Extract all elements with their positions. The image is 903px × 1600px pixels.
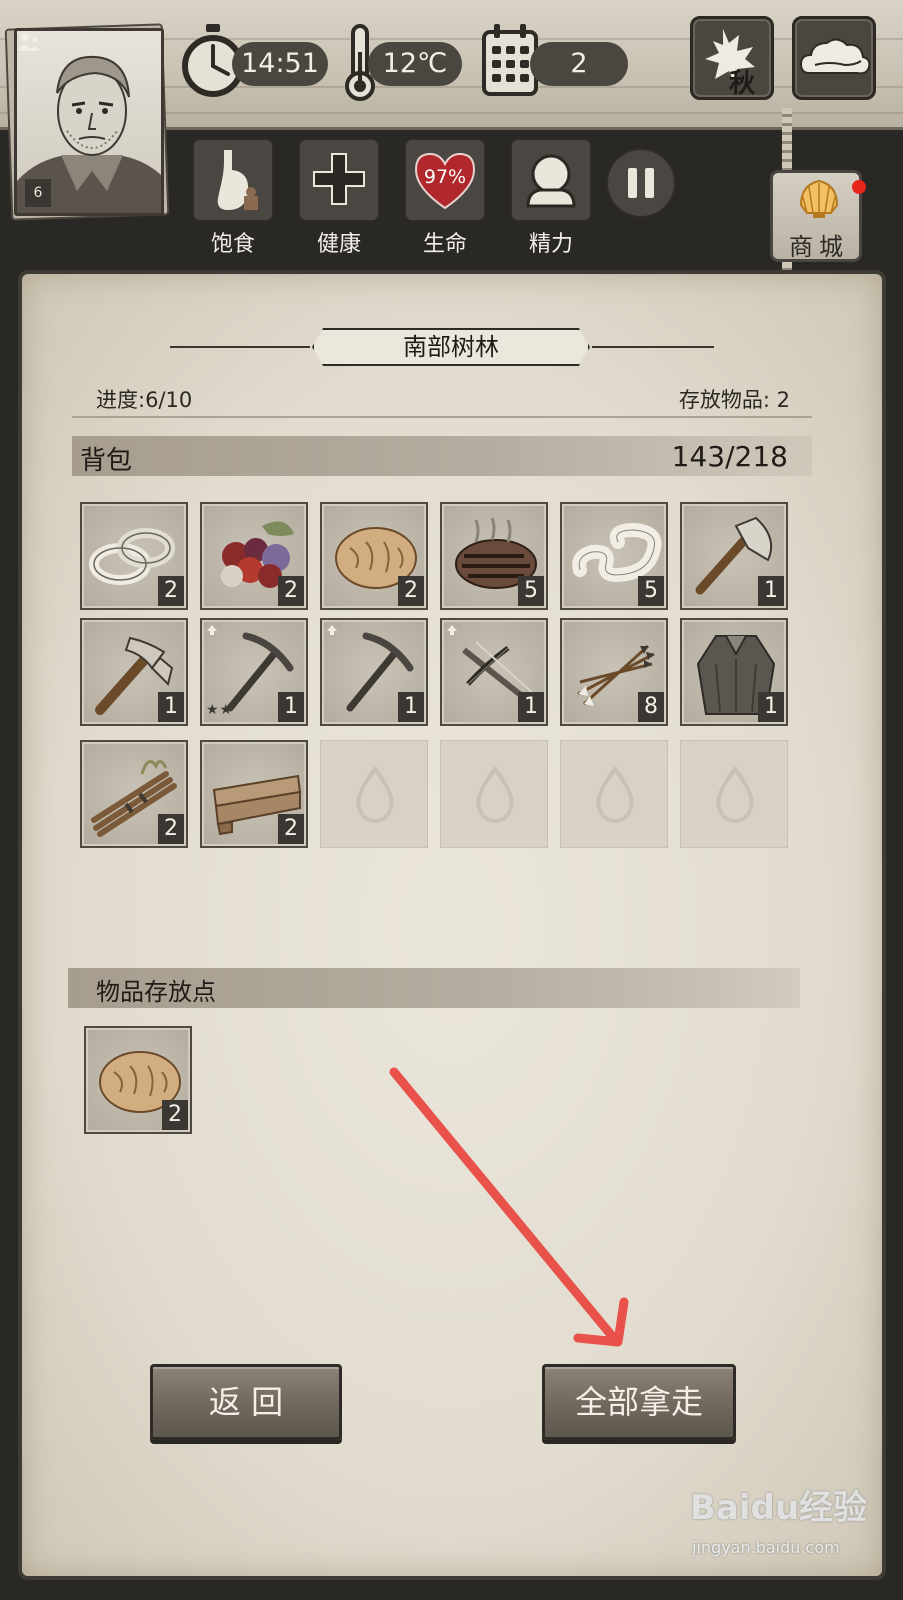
pause-icon (628, 168, 654, 198)
title-rule-left (170, 346, 310, 348)
status-life-button[interactable]: 97% (404, 138, 486, 222)
item-quantity: 1 (758, 692, 784, 722)
backpack-slot-empty[interactable] (680, 740, 788, 848)
item-quantity: 1 (758, 576, 784, 606)
baidu-watermark: Baidu经验 jingyan.baidu.com (690, 1480, 890, 1590)
family-icon (18, 33, 40, 51)
season-label: 秋 (729, 69, 756, 99)
backpack-slot-hatchet[interactable]: 1 (80, 618, 188, 726)
character-portrait[interactable]: 6 (14, 28, 164, 216)
info-divider (72, 416, 812, 418)
storage-title: 物品存放点 (96, 978, 216, 1006)
item-quantity: 8 (638, 692, 664, 722)
life-percentage: 97% (423, 166, 467, 188)
shop-button[interactable]: 商城 (770, 170, 862, 262)
progress-text: 进度:6/10 (96, 388, 193, 412)
empty-slot-drop-icon (716, 765, 754, 824)
item-quantity: 1 (278, 692, 304, 722)
backpack-capacity: 143/218 (671, 440, 788, 473)
backpack-slot-empty[interactable] (560, 740, 668, 848)
status-life-label: 生命 (422, 232, 467, 257)
plus-cross-icon (313, 153, 365, 205)
day-counter: 2 (530, 42, 628, 86)
empty-slot-drop-icon (356, 765, 394, 824)
item-stars: ★★ (206, 702, 234, 718)
shell-icon (799, 179, 839, 218)
weather-button[interactable] (792, 16, 876, 100)
backpack-slot-empty[interactable] (440, 740, 548, 848)
backpack-slot-axe[interactable]: 1 (680, 502, 788, 610)
item-quantity: 1 (398, 692, 424, 722)
item-quantity: 1 (158, 692, 184, 722)
upgrade-arrow-icon (207, 625, 217, 635)
upgrade-arrow-icon (447, 625, 457, 635)
watermark-brand: Baidu经验 (690, 1488, 868, 1528)
backpack-slot-pickaxe[interactable]: 1 (320, 618, 428, 726)
item-quantity: 2 (278, 576, 304, 606)
item-quantity: 2 (162, 1100, 188, 1130)
stored-items-text: 存放物品: 2 (678, 388, 790, 412)
item-quantity: 2 (158, 576, 184, 606)
backpack-title: 背包 (80, 446, 133, 476)
backpack-slot-rope[interactable]: 2 (80, 502, 188, 610)
watermark-url: jingyan.baidu.com (692, 1538, 840, 1557)
item-quantity: 5 (638, 576, 664, 606)
temperature-display: 12℃ (368, 42, 462, 86)
backpack-slot-cloak[interactable]: 1 (680, 618, 788, 726)
item-quantity: 5 (518, 576, 544, 606)
location-title: 南部树林 (314, 330, 588, 364)
pause-button[interactable] (606, 148, 676, 218)
backpack-slot-cloth[interactable]: 5 (560, 502, 668, 610)
backpack-slot-empty[interactable] (320, 740, 428, 848)
season-button[interactable]: 秋 (690, 16, 774, 100)
back-button[interactable]: 返 回 (150, 1364, 342, 1440)
storage-slot-bread[interactable]: 2 (84, 1026, 192, 1134)
status-satiety-label: 饱食 (210, 232, 255, 257)
status-satiety-button[interactable] (192, 138, 274, 222)
backpack-slot-sticks[interactable]: 2 (80, 740, 188, 848)
status-energy-button[interactable] (510, 138, 592, 222)
backpack-slot-berries[interactable]: 2 (200, 502, 308, 610)
upgrade-arrow-icon (327, 625, 337, 635)
cloud-icon (799, 38, 871, 75)
shop-notification-dot (852, 180, 866, 194)
take-all-button[interactable]: 全部拿走 (542, 1364, 736, 1440)
status-health-button[interactable] (298, 138, 380, 222)
empty-slot-drop-icon (476, 765, 514, 824)
status-energy-label: 精力 (528, 232, 573, 257)
item-quantity: 1 (518, 692, 544, 722)
empty-slot-drop-icon (596, 765, 634, 824)
stomach-icon (217, 150, 258, 210)
backpack-slot-pickaxe-upgraded[interactable]: ★★ 1 (200, 618, 308, 726)
backpack-slot-arrows[interactable]: 8 (560, 618, 668, 726)
head-silhouette-icon (526, 154, 576, 208)
backpack-slot-crossbow[interactable]: 1 (440, 618, 548, 726)
item-quantity: 2 (398, 576, 424, 606)
title-rule-right (592, 346, 714, 348)
item-quantity: 2 (158, 814, 184, 844)
status-health-label: 健康 (316, 232, 361, 257)
backpack-slot-planks[interactable]: 2 (200, 740, 308, 848)
time-display: 14:51 (232, 42, 328, 86)
shop-label: 商城 (789, 233, 849, 261)
rope-decoration (782, 108, 792, 174)
backpack-slot-bread[interactable]: 2 (320, 502, 428, 610)
character-level: 6 (25, 179, 51, 207)
item-quantity: 2 (278, 814, 304, 844)
backpack-slot-meat[interactable]: 5 (440, 502, 548, 610)
